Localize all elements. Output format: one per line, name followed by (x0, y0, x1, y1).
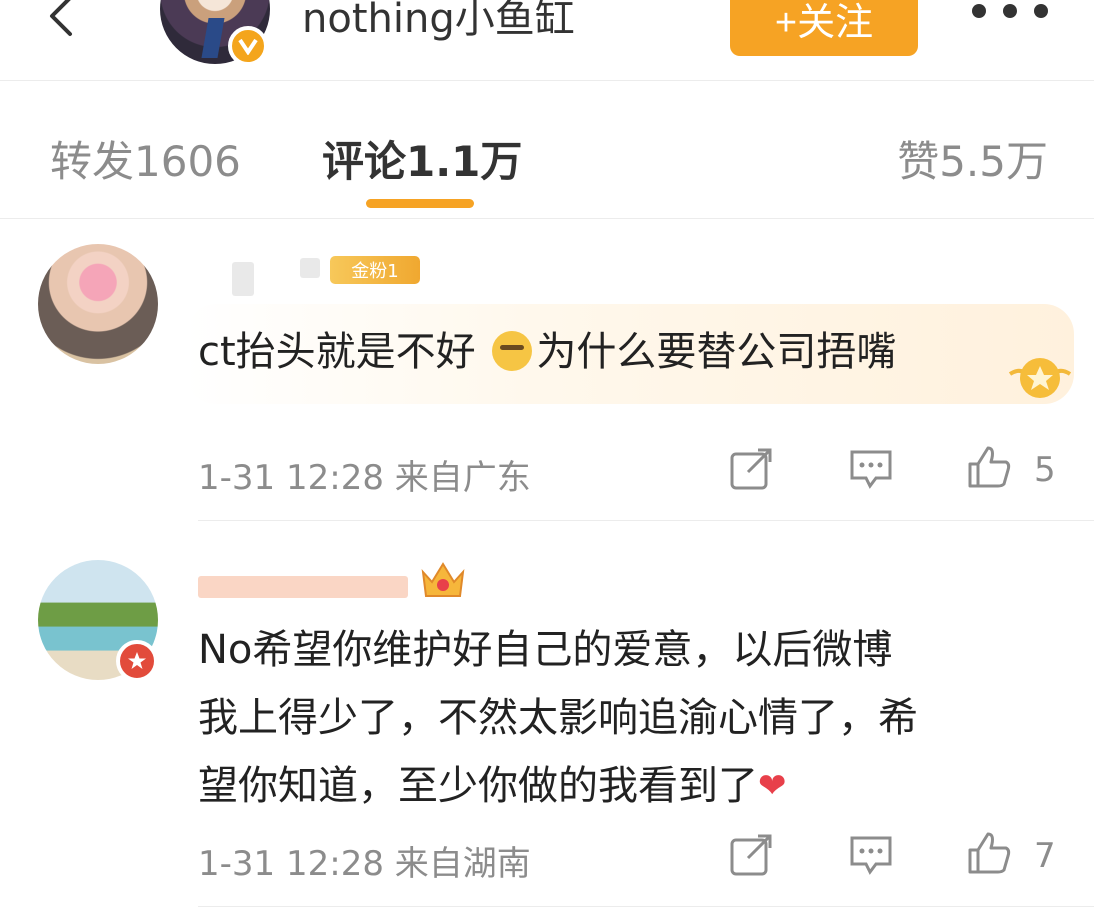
comment-line-last: 望你知道，至少你做的我看到了❤ (198, 752, 1068, 820)
member-badge-icon (116, 640, 158, 682)
tab-like[interactable]: 赞5.5万 (897, 128, 1048, 189)
comment-text-part: ct抬头就是不好 (198, 329, 489, 375)
share-icon[interactable] (728, 446, 774, 492)
verified-icon (228, 26, 268, 66)
comment-meta: 1-31 12:28 来自广东 (198, 450, 531, 499)
fan-badge-label: 金粉1 (351, 261, 399, 282)
username-redacted (232, 262, 254, 296)
comment-text: No希望你维护好自己的爱意，以后微博 我上得少了，不然太影响追渝心情了，希 望你… (198, 616, 1068, 820)
comment-meta: 1-31 12:28 来自湖南 (198, 836, 531, 885)
comment-text-part: 为什么要替公司捂嘴 (536, 329, 897, 375)
like-icon[interactable] (966, 444, 1012, 490)
emoji-icon (492, 331, 533, 371)
tab-repost[interactable]: 转发1606 (50, 128, 241, 189)
comment-time: 1-31 12:28 (198, 844, 384, 884)
back-icon[interactable] (40, 0, 84, 38)
like-count: 7 (1034, 836, 1056, 876)
comment-time: 1-31 12:28 (198, 458, 384, 498)
tab-comment[interactable]: 评论1.1万 (322, 128, 522, 189)
tab-bar: 转发1606 评论1.1万 赞5.5万 (0, 80, 1094, 219)
comment-location: 来自湖南 (394, 844, 531, 884)
like-count: 5 (1034, 450, 1056, 490)
top-bar: nothing小鱼缸 +关注 (0, 0, 1094, 81)
divider (198, 520, 1094, 521)
username-redacted-part (300, 258, 320, 278)
like-icon[interactable] (966, 830, 1012, 876)
comment-text: ct抬头就是不好 为什么要替公司捂嘴 (198, 318, 1068, 386)
comment-line: No希望你维护好自己的爱意，以后微博 (198, 627, 893, 673)
comment-location: 来自广东 (394, 458, 531, 498)
author-name[interactable]: nothing小鱼缸 (302, 0, 575, 44)
comment-line: 望你知道，至少你做的我看到了 (198, 763, 758, 809)
heart-icon: ❤ (758, 766, 787, 806)
more-icon[interactable] (972, 4, 1048, 20)
active-tab-indicator (366, 199, 474, 208)
crown-icon (421, 562, 465, 597)
fan-badge: 金粉1 (330, 256, 420, 284)
username-redacted (198, 576, 408, 598)
follow-button[interactable]: +关注 (730, 0, 918, 56)
commenter-avatar[interactable] (38, 244, 158, 364)
comment-line: 我上得少了，不然太影响追渝心情了，希 (198, 695, 918, 741)
comment-icon[interactable] (848, 446, 894, 492)
divider (198, 906, 1094, 907)
share-icon[interactable] (728, 832, 774, 878)
comment-icon[interactable] (848, 832, 894, 878)
